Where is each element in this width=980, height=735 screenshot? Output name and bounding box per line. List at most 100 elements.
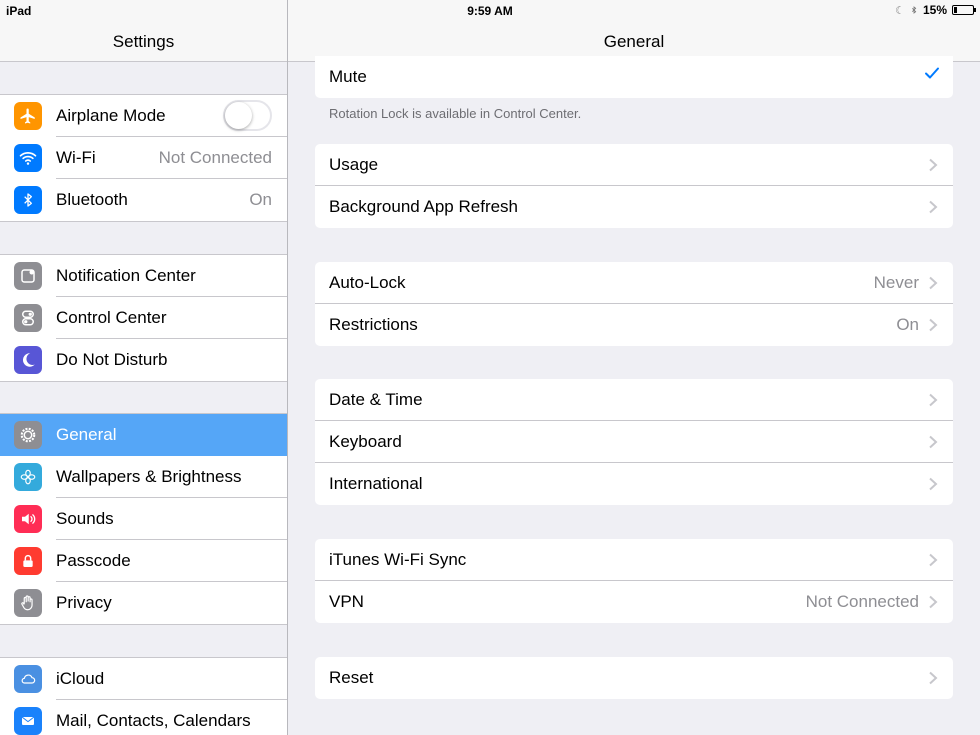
sidebar-item-label: Control Center — [56, 308, 167, 327]
sidebar-item-mail-contacts-calendars[interactable]: Mail, Contacts, Calendars — [0, 700, 287, 735]
sidebar-item-general[interactable]: General — [0, 414, 287, 456]
settings-row-vpn[interactable]: VPN Not Connected — [315, 581, 953, 623]
chevron-right-icon — [929, 158, 938, 172]
row-label: Reset — [329, 668, 374, 687]
sidebar-item-label: Sounds — [56, 509, 114, 528]
vpn-status-value: Not Connected — [805, 592, 919, 611]
moon-icon — [14, 346, 42, 374]
row-label: iTunes Wi-Fi Sync — [329, 550, 467, 569]
row-label: Restrictions — [329, 315, 418, 334]
wifi-icon — [14, 144, 42, 172]
chevron-right-icon — [929, 595, 938, 609]
sidebar-item-label: Wallpapers & Brightness — [56, 467, 242, 486]
row-label: International — [329, 474, 423, 493]
chevron-right-icon — [929, 200, 938, 214]
settings-row-background-app-refresh[interactable]: Background App Refresh — [315, 186, 953, 228]
sidebar-item-sounds[interactable]: Sounds — [0, 498, 287, 540]
settings-row-international[interactable]: International — [315, 463, 953, 505]
bluetooth-icon — [912, 6, 917, 14]
sidebar-item-label: Privacy — [56, 593, 112, 612]
chevron-right-icon — [929, 435, 938, 449]
sidebar-item-label: General — [56, 425, 117, 444]
settings-row-itunes-wifi-sync[interactable]: iTunes Wi-Fi Sync — [315, 539, 953, 581]
sidebar-item-bluetooth[interactable]: Bluetooth On — [0, 179, 287, 221]
sidebar-item-notification-center[interactable]: Notification Center — [0, 255, 287, 297]
airplane-icon — [14, 102, 42, 130]
airplane-mode-toggle[interactable] — [223, 100, 272, 131]
wallpaper-icon — [14, 463, 42, 491]
sidebar-group-accounts: iCloud Mail, Contacts, Calendars — [0, 657, 287, 735]
speaker-icon — [14, 505, 42, 533]
status-indicators: ☾ 15% — [895, 3, 976, 17]
page-title: General — [603, 32, 665, 51]
sidebar-item-control-center[interactable]: Control Center — [0, 297, 287, 339]
battery-icon — [952, 5, 976, 15]
settings-row-restrictions[interactable]: Restrictions On — [315, 304, 953, 346]
status-bar: iPad 9:59 AM ☾ 15% — [0, 0, 980, 20]
sidebar-item-label: Wi-Fi — [56, 148, 96, 167]
sidebar-group-connectivity: Airplane Mode Wi-Fi Not Connected Blueto… — [0, 94, 287, 222]
settings-row-mute[interactable]: Mute — [315, 56, 953, 98]
sidebar-item-label: Mail, Contacts, Calendars — [56, 711, 251, 730]
row-label: Mute — [329, 67, 367, 86]
sidebar-item-label: Airplane Mode — [56, 106, 166, 125]
notification-center-icon — [14, 262, 42, 290]
sidebar-item-privacy[interactable]: Privacy — [0, 582, 287, 624]
sidebar-item-label: Bluetooth — [56, 190, 128, 209]
settings-row-keyboard[interactable]: Keyboard — [315, 421, 953, 463]
sidebar-item-label: iCloud — [56, 669, 105, 688]
settings-row-auto-lock[interactable]: Auto-Lock Never — [315, 262, 953, 304]
chevron-right-icon — [929, 671, 938, 685]
chevron-right-icon — [929, 477, 938, 491]
auto-lock-value: Never — [873, 273, 919, 292]
sidebar-item-label: Notification Center — [56, 266, 196, 285]
sidebar-item-label: Passcode — [56, 551, 131, 570]
control-center-icon — [14, 304, 42, 332]
battery-level — [954, 7, 957, 13]
gear-icon — [14, 421, 42, 449]
sidebar-item-wallpapers-brightness[interactable]: Wallpapers & Brightness — [0, 456, 287, 498]
chevron-right-icon — [929, 553, 938, 567]
chevron-right-icon — [929, 276, 938, 290]
row-label: Background App Refresh — [329, 197, 519, 216]
moon-icon: ☾ — [895, 4, 905, 17]
toggle-knob — [225, 102, 252, 129]
wifi-status-value: Not Connected — [158, 148, 272, 167]
settings-group-locale: Date & Time Keyboard International — [315, 379, 953, 505]
hand-icon — [14, 589, 42, 617]
bluetooth-icon — [14, 186, 42, 214]
sidebar-group-device: General Wallpapers & Brightness Sounds P… — [0, 413, 287, 625]
settings-sidebar: Settings Airplane Mode Wi-Fi Not Connect… — [0, 0, 288, 735]
sidebar-item-wifi[interactable]: Wi-Fi Not Connected — [0, 137, 287, 179]
chevron-right-icon — [929, 318, 938, 332]
sidebar-item-icloud[interactable]: iCloud — [0, 658, 287, 700]
checkmark-icon — [925, 67, 939, 79]
bluetooth-status-value: On — [249, 190, 272, 209]
restrictions-value: On — [896, 315, 919, 334]
status-time: 9:59 AM — [467, 4, 513, 18]
sidebar-item-do-not-disturb[interactable]: Do Not Disturb — [0, 339, 287, 381]
row-label: Auto-Lock — [329, 273, 406, 292]
settings-group-security: Auto-Lock Never Restrictions On — [315, 262, 953, 346]
row-label: Keyboard — [329, 432, 402, 451]
row-label: Date & Time — [329, 390, 423, 409]
settings-row-reset[interactable]: Reset — [315, 657, 953, 699]
battery-percent: 15% — [922, 3, 947, 17]
sidebar-item-passcode[interactable]: Passcode — [0, 540, 287, 582]
sidebar-group-notifications: Notification Center Control Center Do No… — [0, 254, 287, 382]
chevron-right-icon — [929, 393, 938, 407]
rotation-lock-footnote: Rotation Lock is available in Control Ce… — [329, 106, 582, 121]
cloud-icon — [14, 665, 42, 693]
sidebar-item-label: Do Not Disturb — [56, 350, 168, 369]
settings-group-network: iTunes Wi-Fi Sync VPN Not Connected — [315, 539, 953, 623]
row-label: Usage — [329, 155, 379, 174]
sidebar-title: Settings — [112, 32, 175, 51]
mail-icon — [14, 707, 42, 735]
settings-row-usage[interactable]: Usage — [315, 144, 953, 186]
settings-row-date-time[interactable]: Date & Time — [315, 379, 953, 421]
lock-icon — [14, 547, 42, 575]
settings-group-reset: Reset — [315, 657, 953, 699]
general-settings-pane: General Mute Rotation Lock is available … — [288, 0, 980, 735]
settings-group-switches: Mute — [315, 56, 953, 98]
sidebar-item-airplane-mode[interactable]: Airplane Mode — [0, 95, 287, 137]
